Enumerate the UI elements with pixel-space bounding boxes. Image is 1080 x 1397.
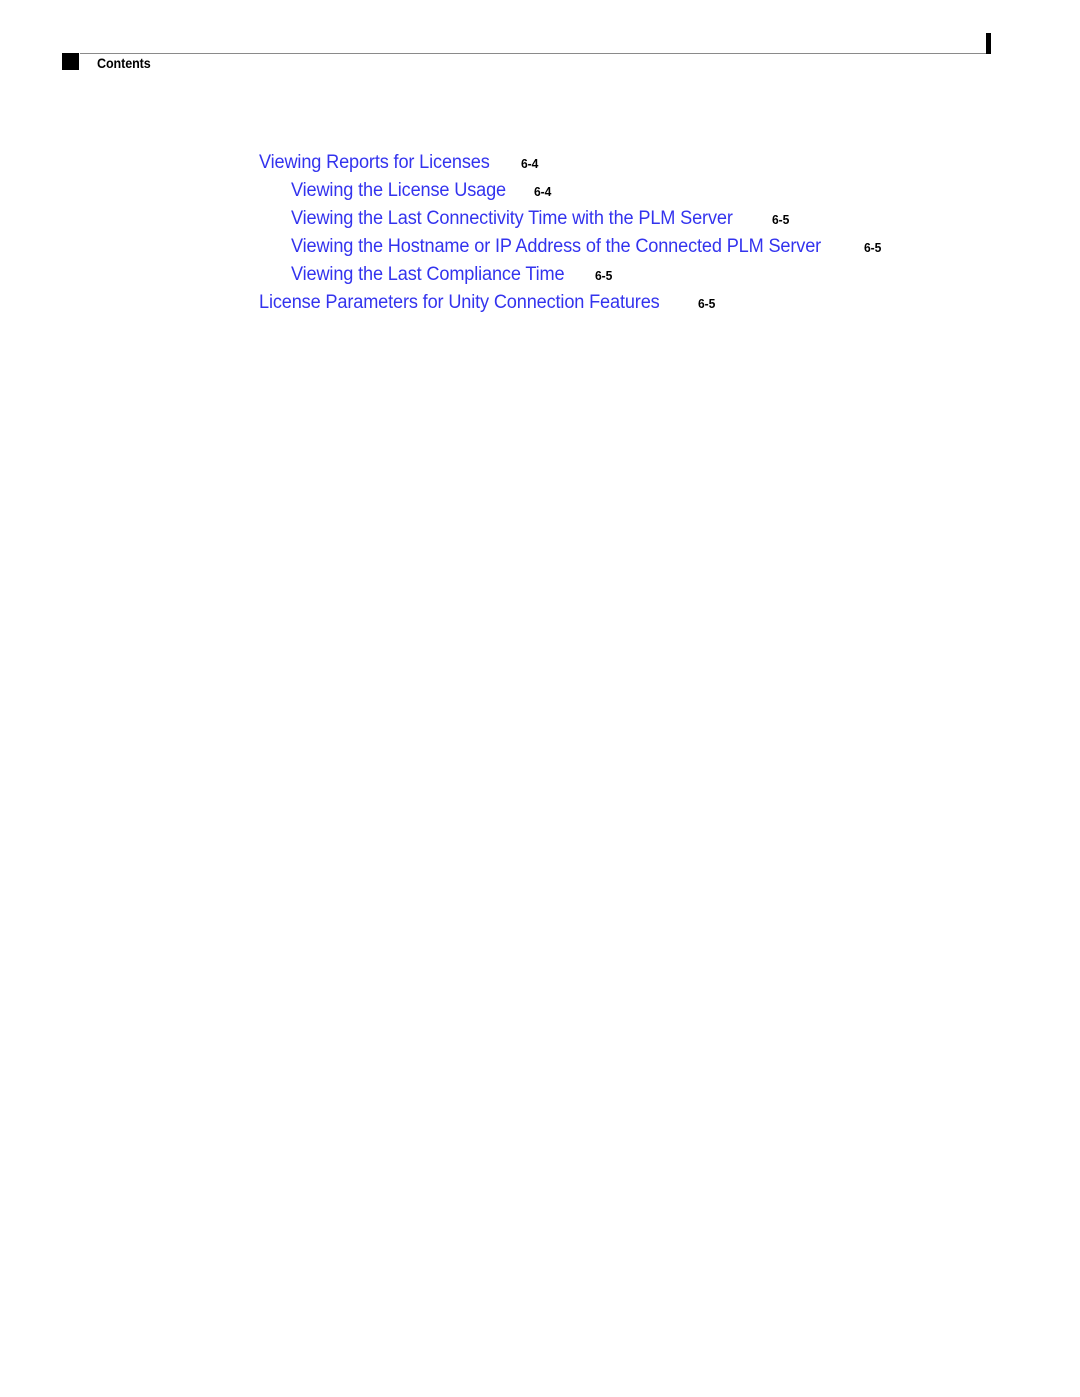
toc-entry[interactable]: License Parameters for Unity Connection … xyxy=(0,292,1080,320)
toc-entry[interactable]: Viewing Reports for Licenses 6-4 xyxy=(0,152,1080,180)
table-of-contents: Viewing Reports for Licenses 6-4 Viewing… xyxy=(0,152,1080,320)
square-bullet-icon xyxy=(62,53,79,70)
toc-entry[interactable]: Viewing the Last Connectivity Time with … xyxy=(0,208,1080,236)
toc-entry-title[interactable]: Viewing the Hostname or IP Address of th… xyxy=(291,236,821,258)
toc-entry[interactable]: Viewing the Last Compliance Time 6-5 xyxy=(0,264,1080,292)
toc-entry-title[interactable]: Viewing Reports for Licenses xyxy=(259,152,490,174)
crop-mark-icon xyxy=(986,33,991,54)
toc-entry-page: 6-5 xyxy=(698,296,716,311)
toc-entry-page: 6-5 xyxy=(864,240,882,255)
toc-entry-page: 6-4 xyxy=(520,156,538,171)
document-page: Contents Viewing Reports for Licenses 6-… xyxy=(0,0,1080,1397)
toc-entry-page: 6-5 xyxy=(595,268,613,283)
toc-entry-title[interactable]: Viewing the Last Compliance Time xyxy=(291,264,565,286)
header-section-label: Contents xyxy=(97,56,151,71)
toc-entry-title[interactable]: License Parameters for Unity Connection … xyxy=(259,292,660,314)
page-footer: 4 Install, Upgrade, and Maintenance Guid… xyxy=(0,1300,1080,1397)
header-divider xyxy=(80,53,988,54)
toc-entry-page: 6-4 xyxy=(534,184,552,199)
page-header: Contents xyxy=(0,0,1080,90)
toc-entry-title[interactable]: Viewing the License Usage xyxy=(291,180,506,202)
toc-entry-page: 6-5 xyxy=(771,212,789,227)
toc-entry-title[interactable]: Viewing the Last Connectivity Time with … xyxy=(291,208,733,230)
toc-entry[interactable]: Viewing the License Usage 6-4 xyxy=(0,180,1080,208)
toc-entry[interactable]: Viewing the Hostname or IP Address of th… xyxy=(0,236,1080,264)
